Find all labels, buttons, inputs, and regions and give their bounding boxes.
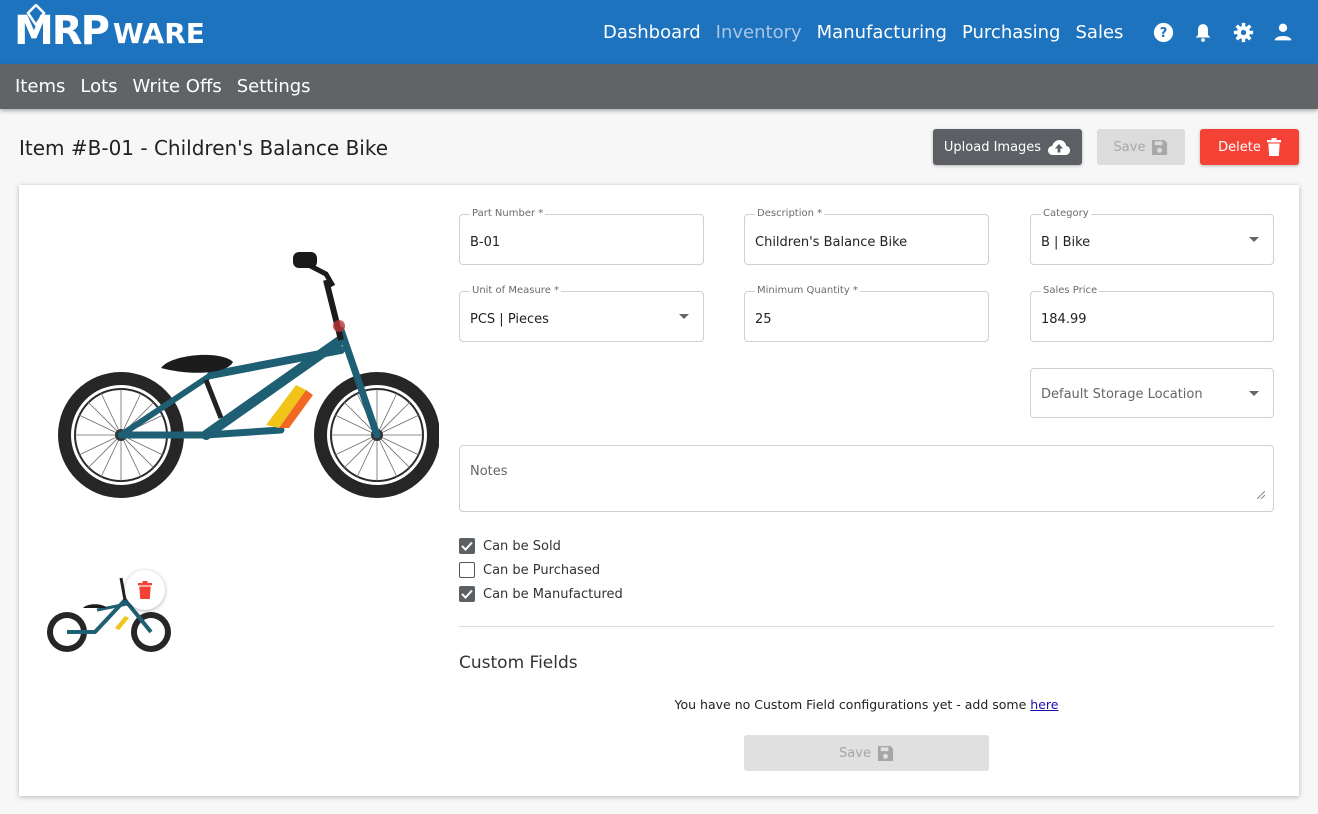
notes-textarea[interactable]: Notes bbox=[459, 445, 1274, 512]
minimum-quantity-field[interactable]: Minimum Quantity * 25 bbox=[744, 285, 989, 342]
custom-fields-empty-message: You have no Custom Field configurations … bbox=[459, 697, 1274, 712]
chevron-down-icon bbox=[1249, 391, 1259, 396]
custom-fields-here-link[interactable]: here bbox=[1030, 697, 1058, 712]
product-image bbox=[58, 252, 439, 498]
can-be-manufactured-checkbox[interactable]: Can be Manufactured bbox=[459, 585, 623, 603]
part-number-value: B-01 bbox=[470, 235, 501, 250]
category-value: B | Bike bbox=[1041, 235, 1091, 250]
trash-icon bbox=[1266, 138, 1281, 156]
part-number-field[interactable]: Part Number * B-01 bbox=[459, 208, 704, 265]
logo-ware-text: WARE bbox=[112, 17, 205, 50]
notes-placeholder: Notes bbox=[470, 464, 508, 479]
subnav-items[interactable]: Items bbox=[15, 76, 65, 97]
floppy-disk-icon bbox=[877, 745, 894, 761]
section-divider bbox=[459, 626, 1274, 627]
nav-dashboard[interactable]: Dashboard bbox=[603, 22, 701, 43]
save-button[interactable]: Save bbox=[1097, 129, 1185, 165]
can-be-sold-label: Can be Sold bbox=[483, 538, 561, 554]
minimum-quantity-value: 25 bbox=[755, 312, 772, 327]
default-storage-location-placeholder: Default Storage Location bbox=[1041, 387, 1203, 402]
can-be-manufactured-label: Can be Manufactured bbox=[483, 586, 623, 602]
delete-label: Delete bbox=[1218, 139, 1261, 155]
sales-price-field[interactable]: Sales Price 184.99 bbox=[1030, 285, 1274, 342]
help-icon[interactable]: ? bbox=[1152, 21, 1174, 43]
can-be-sold-checkbox[interactable]: Can be Sold bbox=[459, 537, 561, 555]
nav-inventory[interactable]: Inventory bbox=[716, 22, 802, 43]
cloud-upload-icon bbox=[1048, 139, 1071, 155]
nav-purchasing[interactable]: Purchasing bbox=[962, 22, 1061, 43]
can-be-purchased-checkbox[interactable]: Can be Purchased bbox=[459, 561, 600, 579]
custom-fields-message-text: You have no Custom Field configurations … bbox=[674, 697, 1027, 712]
chevron-down-icon bbox=[1249, 237, 1259, 242]
user-icon[interactable] bbox=[1272, 21, 1294, 43]
subnav-write-offs[interactable]: Write Offs bbox=[133, 76, 222, 97]
custom-fields-save-label: Save bbox=[839, 745, 871, 761]
bell-icon[interactable] bbox=[1192, 21, 1214, 43]
svg-text:?: ? bbox=[1159, 25, 1167, 40]
category-label: Category bbox=[1041, 208, 1091, 219]
checkbox-unchecked-icon[interactable] bbox=[459, 562, 475, 578]
nav-manufacturing[interactable]: Manufacturing bbox=[817, 22, 947, 43]
description-field[interactable]: Description * Children's Balance Bike bbox=[744, 208, 989, 265]
save-label: Save bbox=[1113, 139, 1146, 155]
sales-price-value: 184.99 bbox=[1041, 312, 1087, 327]
unit-of-measure-label: Unit of Measure * bbox=[470, 285, 562, 296]
page-title: Item #B-01 - Children's Balance Bike bbox=[19, 136, 389, 160]
resize-handle-icon[interactable] bbox=[1257, 491, 1265, 499]
custom-fields-title: Custom Fields bbox=[459, 653, 578, 673]
main-nav: Dashboard Inventory Manufacturing Purcha… bbox=[603, 0, 1138, 64]
delete-image-button[interactable] bbox=[125, 570, 165, 610]
default-storage-location-select[interactable]: Default Storage Location bbox=[1030, 368, 1274, 418]
subnav-lots[interactable]: Lots bbox=[80, 76, 117, 97]
inventory-sub-nav: Items Lots Write Offs Settings bbox=[0, 64, 1318, 109]
unit-of-measure-value: PCS | Pieces bbox=[470, 312, 549, 327]
upload-images-label: Upload Images bbox=[943, 139, 1042, 155]
custom-fields-save-button[interactable]: Save bbox=[744, 735, 989, 771]
top-app-bar: MRP WARE Dashboard Inventory Manufacturi… bbox=[0, 0, 1318, 64]
chevron-down-icon bbox=[679, 314, 689, 319]
checkbox-checked-icon[interactable] bbox=[459, 586, 475, 602]
trash-icon bbox=[138, 581, 152, 599]
can-be-purchased-label: Can be Purchased bbox=[483, 562, 601, 578]
subnav-settings[interactable]: Settings bbox=[237, 76, 311, 97]
minimum-quantity-label: Minimum Quantity * bbox=[755, 285, 860, 296]
description-value: Children's Balance Bike bbox=[755, 235, 908, 250]
logo-mark-icon bbox=[26, 4, 46, 26]
unit-of-measure-select[interactable]: Unit of Measure * PCS | Pieces bbox=[459, 285, 704, 342]
floppy-disk-icon bbox=[1152, 139, 1168, 155]
sales-price-label: Sales Price bbox=[1041, 285, 1100, 296]
part-number-label: Part Number * bbox=[470, 208, 546, 219]
nav-sales[interactable]: Sales bbox=[1075, 22, 1123, 43]
mrpware-logo[interactable]: MRP WARE bbox=[14, 4, 205, 56]
gear-icon[interactable] bbox=[1232, 21, 1254, 43]
checkbox-checked-icon[interactable] bbox=[459, 538, 475, 554]
category-select[interactable]: Category B | Bike bbox=[1030, 208, 1274, 265]
description-label: Description * bbox=[755, 208, 825, 219]
delete-button[interactable]: Delete bbox=[1200, 129, 1299, 165]
upload-images-button[interactable]: Upload Images bbox=[933, 129, 1082, 165]
item-detail-card: Part Number * B-01 Description * Childre… bbox=[19, 185, 1299, 796]
